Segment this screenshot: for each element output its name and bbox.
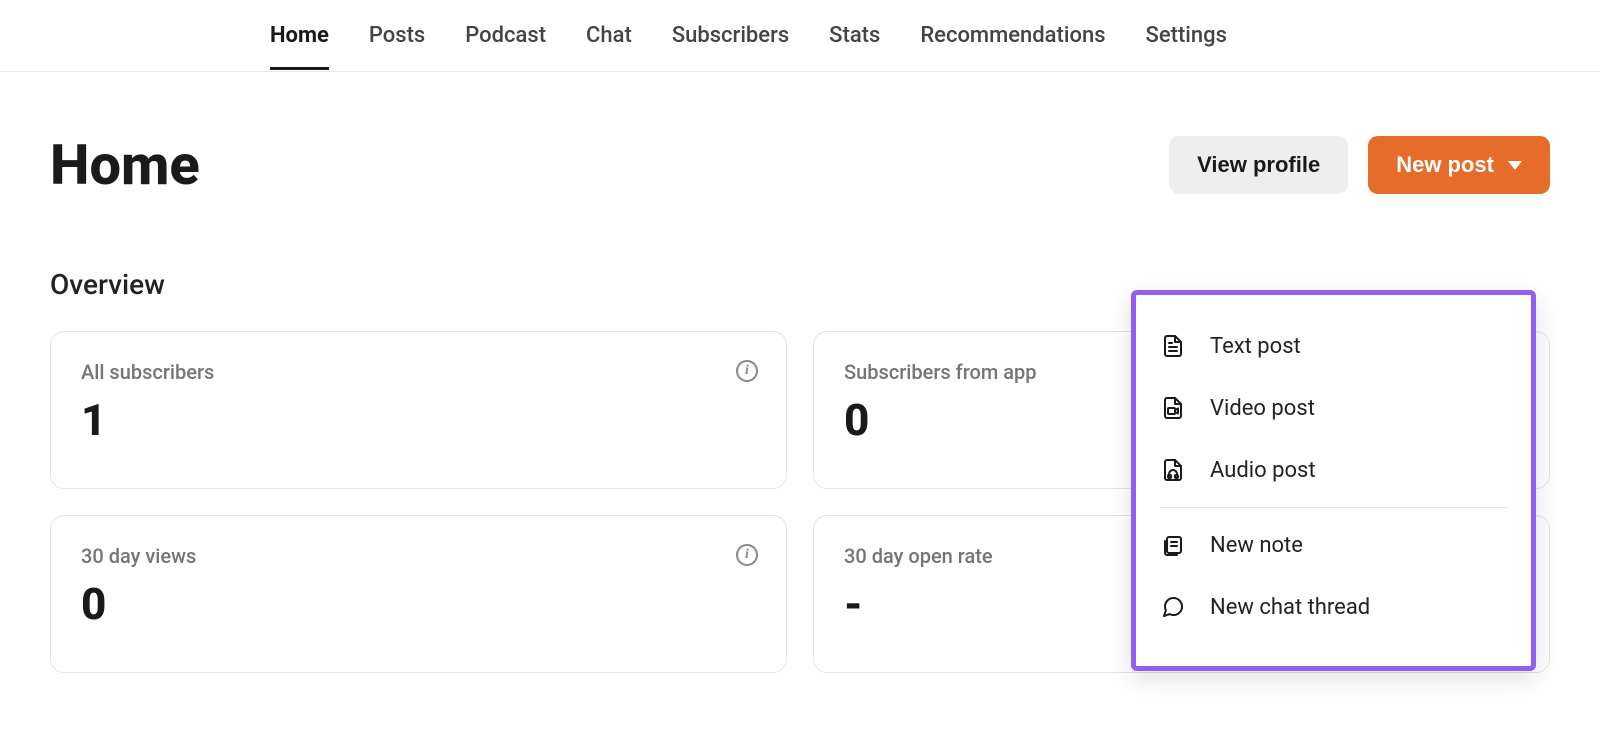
video-post-icon — [1160, 395, 1186, 421]
text-post-icon — [1160, 333, 1186, 359]
info-icon[interactable] — [736, 360, 758, 382]
dropdown-item-audio-post[interactable]: Audio post — [1160, 439, 1507, 501]
new-post-label: New post — [1396, 152, 1494, 178]
card-all-subscribers[interactable]: All subscribers 1 — [50, 331, 787, 489]
dropdown-item-text-post[interactable]: Text post — [1160, 315, 1507, 377]
view-profile-label: View profile — [1197, 152, 1320, 178]
card-label: All subscribers — [81, 360, 756, 384]
nav-recommendations[interactable]: Recommendations — [920, 1, 1105, 70]
header-actions: View profile New post — [1169, 136, 1550, 194]
dropdown-item-label: Text post — [1210, 334, 1301, 359]
card-30-day-views[interactable]: 30 day views 0 — [50, 515, 787, 673]
nav-home[interactable]: Home — [270, 1, 329, 70]
nav-settings[interactable]: Settings — [1146, 1, 1227, 70]
new-post-dropdown: Text post Video post — [1131, 290, 1536, 671]
card-value: 1 — [81, 394, 756, 446]
header-row: Home View profile New post — [50, 132, 1550, 198]
nav-subscribers[interactable]: Subscribers — [672, 1, 789, 70]
dropdown-item-label: Video post — [1210, 396, 1315, 421]
info-icon[interactable] — [736, 544, 758, 566]
card-value: 0 — [81, 578, 756, 630]
chevron-down-icon — [1508, 161, 1522, 170]
top-nav: Home Posts Podcast Chat Subscribers Stat… — [0, 0, 1600, 72]
nav-stats[interactable]: Stats — [829, 1, 880, 70]
nav-chat[interactable]: Chat — [586, 1, 632, 70]
view-profile-button[interactable]: View profile — [1169, 136, 1348, 194]
audio-post-icon — [1160, 457, 1186, 483]
new-post-button[interactable]: New post — [1368, 136, 1550, 194]
card-label: 30 day views — [81, 544, 756, 568]
note-icon — [1160, 532, 1186, 558]
dropdown-item-label: New note — [1210, 533, 1303, 558]
dropdown-divider — [1160, 507, 1507, 508]
chat-icon — [1160, 594, 1186, 620]
dropdown-item-new-chat-thread[interactable]: New chat thread — [1160, 576, 1507, 638]
dropdown-item-video-post[interactable]: Video post — [1160, 377, 1507, 439]
page-title: Home — [50, 132, 200, 198]
nav-podcast[interactable]: Podcast — [465, 1, 546, 70]
dropdown-item-new-note[interactable]: New note — [1160, 514, 1507, 576]
dropdown-item-label: Audio post — [1210, 458, 1316, 483]
dropdown-item-label: New chat thread — [1210, 595, 1370, 620]
nav-posts[interactable]: Posts — [369, 1, 425, 70]
